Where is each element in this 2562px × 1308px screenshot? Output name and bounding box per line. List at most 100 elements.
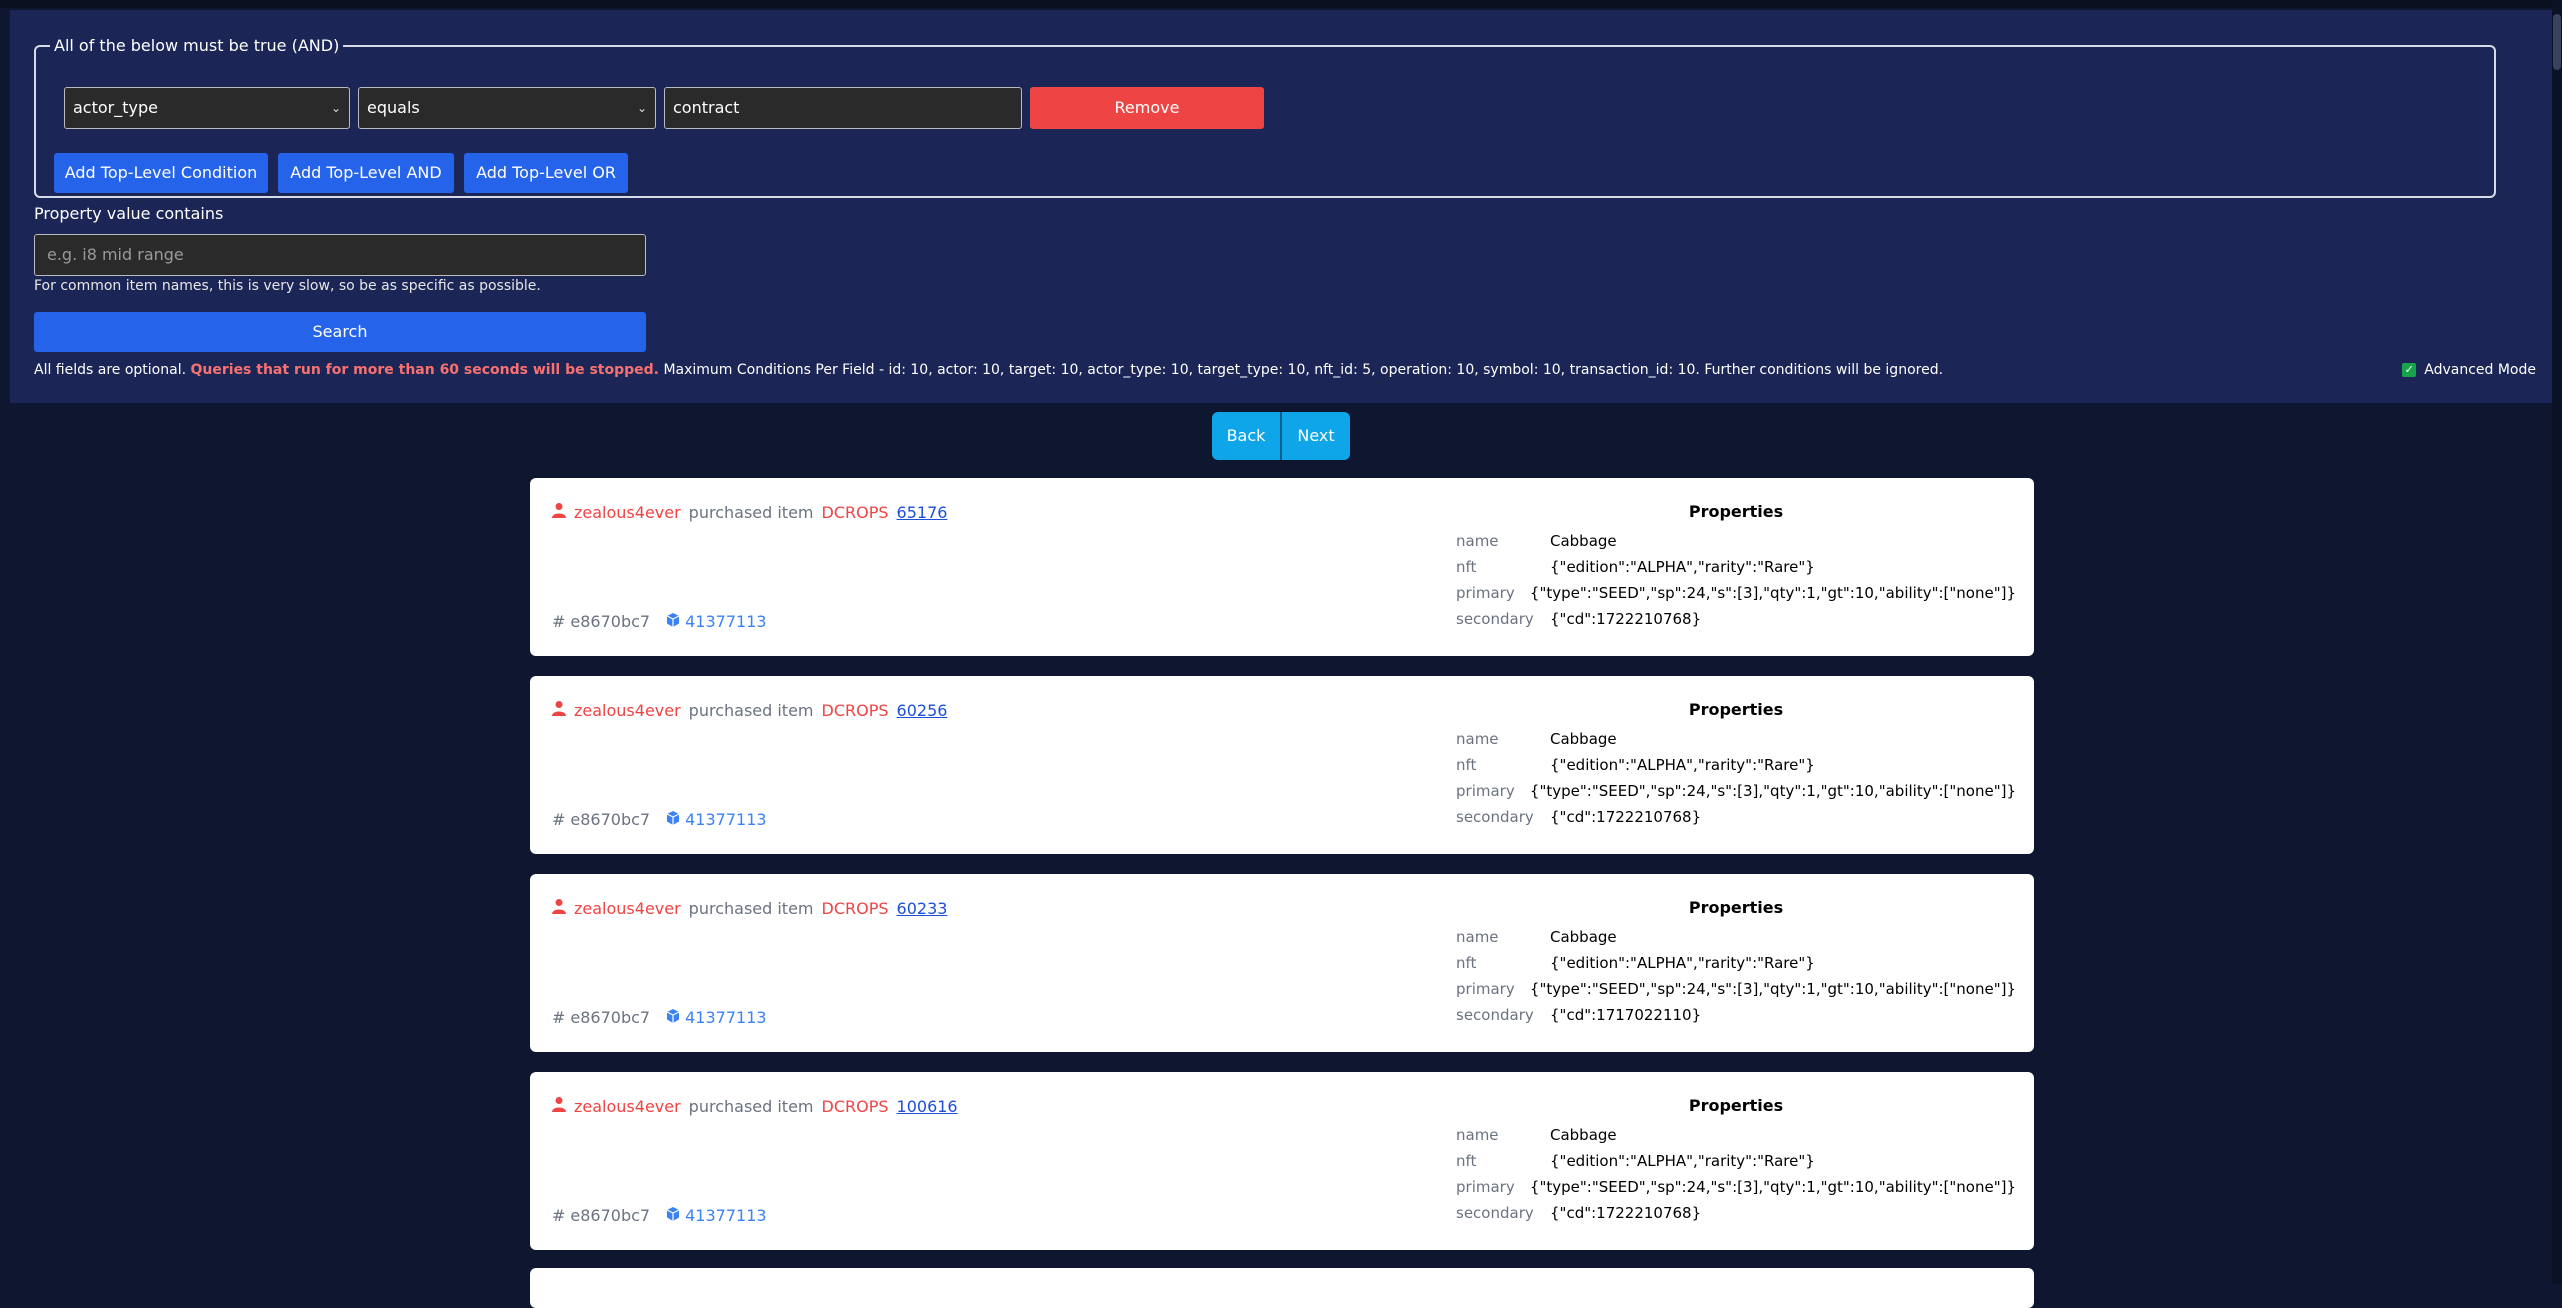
notice-prefix: All fields are optional.: [34, 362, 187, 378]
tx-hash[interactable]: # e8670bc7: [552, 612, 650, 631]
property-row: secondary {"cd":1722210768}: [1456, 606, 2016, 632]
window-top-bar: [0, 0, 2562, 8]
properties-title: Properties: [1688, 898, 1784, 917]
result-meta: # e8670bc7 41377113: [552, 1206, 767, 1225]
property-value: Cabbage: [1550, 928, 1617, 946]
result-card: zealous4ever purchased item DCROPS 65176…: [530, 478, 2034, 656]
property-row: name Cabbage: [1456, 528, 2016, 554]
tx-hash-value: e8670bc7: [570, 1206, 651, 1225]
add-top-level-and-button[interactable]: Add Top-Level AND: [278, 153, 454, 193]
properties-rows: name Cabbage nft {"edition":"ALPHA","rarity…: [1456, 1122, 2016, 1226]
property-value: {"cd":1722210768}: [1550, 808, 1702, 826]
property-value: Cabbage: [1550, 730, 1617, 748]
property-value: {"cd":1722210768}: [1550, 1204, 1702, 1222]
action-text: purchased item: [688, 700, 814, 720]
block-link[interactable]: 41377113: [666, 810, 767, 829]
property-value-label: Property value contains: [34, 204, 224, 223]
property-key: name: [1456, 532, 1499, 550]
field-select-value: actor_type: [73, 98, 158, 117]
property-value-input[interactable]: e.g. i8 mid range: [34, 234, 646, 276]
property-helper-text: For common item names, this is very slow…: [34, 278, 541, 294]
actor-name[interactable]: zealous4ever: [574, 1097, 681, 1116]
action-text: purchased item: [688, 502, 814, 522]
property-row: primary {"type":"SEED","sp":24,"s":[3],"q…: [1456, 580, 2016, 606]
add-top-level-or-button[interactable]: Add Top-Level OR: [464, 153, 628, 193]
advanced-mode-toggle[interactable]: ✓ Advanced Mode: [2402, 362, 2536, 378]
properties-table: Properties name Cabbage nft {"edition":"ALP…: [1456, 1096, 2016, 1226]
result-meta: # e8670bc7 41377113: [552, 1008, 767, 1027]
block-link[interactable]: 41377113: [666, 612, 767, 631]
tx-hash[interactable]: # e8670bc7: [552, 1206, 650, 1225]
block-link[interactable]: 41377113: [666, 1008, 767, 1027]
result-summary: zealous4ever purchased item DCROPS 10061…: [552, 1096, 958, 1116]
actor-name[interactable]: zealous4ever: [574, 701, 681, 720]
token-symbol: DCROPS: [821, 898, 889, 918]
property-value: {"type":"SEED","sp":24,"s":[3],"qty":1,"…: [1529, 782, 2016, 800]
block-number: 41377113: [685, 612, 767, 631]
property-key: nft: [1456, 954, 1477, 972]
properties-rows: name Cabbage nft {"edition":"ALPHA","rarity…: [1456, 726, 2016, 830]
hash-icon: #: [552, 810, 566, 829]
tx-hash-value: e8670bc7: [570, 1008, 651, 1027]
property-key: nft: [1456, 1152, 1477, 1170]
property-value: {"cd":1717022110}: [1550, 1006, 1702, 1024]
tx-hash[interactable]: # e8670bc7: [552, 810, 650, 829]
tx-hash-value: e8670bc7: [570, 612, 651, 631]
property-row: secondary {"cd":1722210768}: [1456, 1200, 2016, 1226]
scrollbar-thumb[interactable]: [2553, 14, 2561, 70]
item-id-link[interactable]: 65176: [897, 503, 948, 522]
property-row: primary {"type":"SEED","sp":24,"s":[3],"q…: [1456, 976, 2016, 1002]
pagination: Back Next: [1212, 412, 1350, 460]
property-key: nft: [1456, 558, 1477, 576]
result-meta: # e8670bc7 41377113: [552, 810, 767, 829]
cube-icon: [666, 1008, 680, 1027]
property-key: secondary: [1456, 610, 1534, 628]
property-row: secondary {"cd":1717022110}: [1456, 1002, 2016, 1028]
tx-hash[interactable]: # e8670bc7: [552, 1008, 650, 1027]
hash-icon: #: [552, 1206, 566, 1225]
property-row: name Cabbage: [1456, 1122, 2016, 1148]
search-button[interactable]: Search: [34, 312, 646, 352]
user-icon: [552, 502, 566, 522]
result-card: zealous4ever purchased item DCROPS 60233…: [530, 874, 2034, 1052]
advanced-mode-checkbox[interactable]: ✓: [2402, 363, 2417, 377]
block-number: 41377113: [685, 1008, 767, 1027]
result-card: zealous4ever purchased item DCROPS 10061…: [530, 1072, 2034, 1250]
property-key: secondary: [1456, 808, 1534, 826]
actor-name[interactable]: zealous4ever: [574, 899, 681, 918]
actor-name[interactable]: zealous4ever: [574, 503, 681, 522]
query-notice: All fields are optional. Queries that ru…: [34, 362, 1943, 378]
properties-title: Properties: [1688, 700, 1784, 719]
field-select[interactable]: actor_type ⌄: [64, 87, 350, 129]
properties-rows: name Cabbage nft {"edition":"ALPHA","rarity…: [1456, 924, 2016, 1028]
property-key: name: [1456, 1126, 1499, 1144]
and-condition-group: All of the below must be true (AND) acto…: [34, 36, 2496, 198]
result-card: zealous4ever purchased item DCROPS 60256…: [530, 676, 2034, 854]
properties-title: Properties: [1688, 502, 1784, 521]
property-value: {"type":"SEED","sp":24,"s":[3],"qty":1,"…: [1529, 584, 2016, 602]
result-summary: zealous4ever purchased item DCROPS 65176: [552, 502, 947, 522]
property-value: {"type":"SEED","sp":24,"s":[3],"qty":1,"…: [1529, 1178, 2016, 1196]
block-number: 41377113: [685, 810, 767, 829]
property-value: {"cd":1722210768}: [1550, 610, 1702, 628]
item-id-link[interactable]: 60233: [897, 899, 948, 918]
notice-suffix: Maximum Conditions Per Field - id: 10, a…: [663, 362, 1944, 378]
operator-select[interactable]: equals ⌄: [358, 87, 656, 129]
page-scrollbar[interactable]: [2552, 0, 2562, 1284]
action-text: purchased item: [688, 898, 814, 918]
back-button[interactable]: Back: [1212, 412, 1282, 460]
block-link[interactable]: 41377113: [666, 1206, 767, 1225]
properties-table: Properties name Cabbage nft {"edition":"ALP…: [1456, 502, 2016, 632]
add-top-level-condition-button[interactable]: Add Top-Level Condition: [54, 153, 268, 193]
property-value: Cabbage: [1550, 1126, 1617, 1144]
condition-value-input[interactable]: contract: [664, 87, 1022, 129]
remove-condition-button[interactable]: Remove: [1030, 87, 1264, 129]
item-id-link[interactable]: 60256: [897, 701, 948, 720]
next-button[interactable]: Next: [1282, 412, 1350, 460]
property-row: primary {"type":"SEED","sp":24,"s":[3],"q…: [1456, 778, 2016, 804]
item-id-link[interactable]: 100616: [897, 1097, 958, 1116]
property-row: nft {"edition":"ALPHA","rarity":"Rare"}: [1456, 554, 2016, 580]
token-symbol: DCROPS: [821, 1096, 889, 1116]
token-symbol: DCROPS: [821, 502, 889, 522]
advanced-mode-label: Advanced Mode: [2424, 362, 2536, 378]
